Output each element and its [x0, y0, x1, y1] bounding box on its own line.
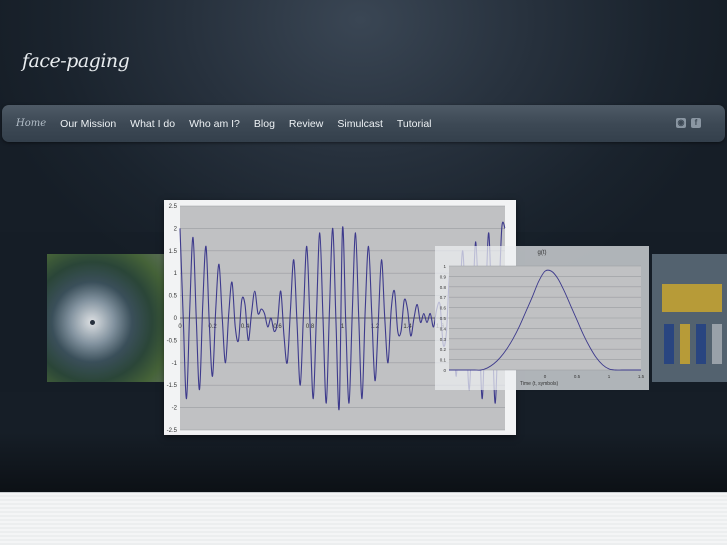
thumb-column: [680, 324, 690, 364]
page-footer: [0, 492, 727, 545]
nav-item-what-i-do[interactable]: What I do: [130, 118, 175, 130]
y-tick-label: 1: [443, 264, 446, 269]
y-tick-label: 1: [174, 271, 178, 277]
x-tick-label: 1: [608, 374, 611, 379]
y-tick-label: 0.1: [440, 358, 447, 363]
nav-list: Home Our Mission What I do Who am I? Blo…: [16, 105, 446, 142]
overlay-chart-title: g(t): [538, 250, 547, 256]
y-tick-label: -2: [172, 406, 178, 412]
nav-item-review[interactable]: Review: [289, 118, 323, 130]
y-tick-label: 0.6: [440, 306, 447, 311]
y-tick-label: -1: [172, 361, 178, 367]
x-tick-label: 0.4: [241, 324, 250, 330]
overlay-chart-xlabel: Time (t, symbols): [520, 381, 558, 387]
y-tick-label: 0.2: [440, 347, 447, 352]
y-tick-label: 0: [174, 316, 178, 322]
y-tick-label: 2.5: [169, 204, 178, 210]
y-tick-label: -2.5: [167, 428, 178, 434]
slide-thumbnail-hurricane[interactable]: [47, 254, 167, 382]
nav-item-blog[interactable]: Blog: [254, 118, 275, 130]
y-tick-label: 0.9: [440, 274, 447, 279]
main-navigation: Home Our Mission What I do Who am I? Blo…: [2, 105, 725, 142]
thumb-column: [664, 324, 674, 364]
thumb-panel: [662, 284, 722, 312]
y-tick-label: -1.5: [167, 383, 178, 389]
thumb-column: [712, 324, 722, 364]
x-tick-label: 1.4: [403, 324, 412, 330]
y-tick-label: 0.5: [169, 294, 178, 300]
rss-icon[interactable]: ◉: [676, 118, 686, 128]
y-tick-label: 1.5: [169, 249, 178, 255]
y-tick-label: 0.7: [440, 295, 447, 300]
facebook-icon[interactable]: f: [691, 118, 701, 128]
nav-item-our-mission[interactable]: Our Mission: [60, 118, 116, 130]
social-icons: ◉ f: [676, 118, 701, 128]
x-tick-label: 0.5: [574, 374, 581, 379]
nav-item-tutorial[interactable]: Tutorial: [397, 118, 432, 130]
y-tick-label: 0.3: [440, 337, 447, 342]
nav-item-home[interactable]: Home: [16, 118, 46, 129]
nav-item-who-am-i[interactable]: Who am I?: [189, 118, 240, 130]
y-tick-label: 0.8: [440, 285, 447, 290]
x-tick-label: 1.5: [638, 374, 645, 379]
overlay-chart-svg: g(t) 1 0.9 0.8 0.7 0.6 0.5 0.4 0.3 0.2 0.1 0 0 0.5 1 1.…: [440, 250, 645, 387]
overlay-slide-chart[interactable]: g(t) 1 0.9 0.8 0.7 0.6 0.5 0.4 0.3 0.2 0.1 0 0 0.5 1 1.…: [435, 246, 649, 390]
thumb-column: [696, 324, 706, 364]
x-tick-label: 0.6: [273, 324, 282, 330]
nav-item-simulcast[interactable]: Simulcast: [337, 118, 383, 130]
storm-eye: [90, 320, 95, 325]
y-tick-label: -0.5: [167, 338, 178, 344]
y-tick-label: 0.5: [440, 316, 447, 321]
site-logo[interactable]: face-paging: [22, 50, 130, 72]
hero-section: face-paging Home Our Mission What I do W…: [0, 0, 727, 492]
y-tick-label: 2: [174, 226, 178, 232]
x-tick-label: 0: [544, 374, 547, 379]
y-tick-label: 0: [443, 368, 446, 373]
y-tick-label: 0.4: [440, 326, 447, 331]
slide-thumbnail-right[interactable]: [652, 254, 727, 382]
